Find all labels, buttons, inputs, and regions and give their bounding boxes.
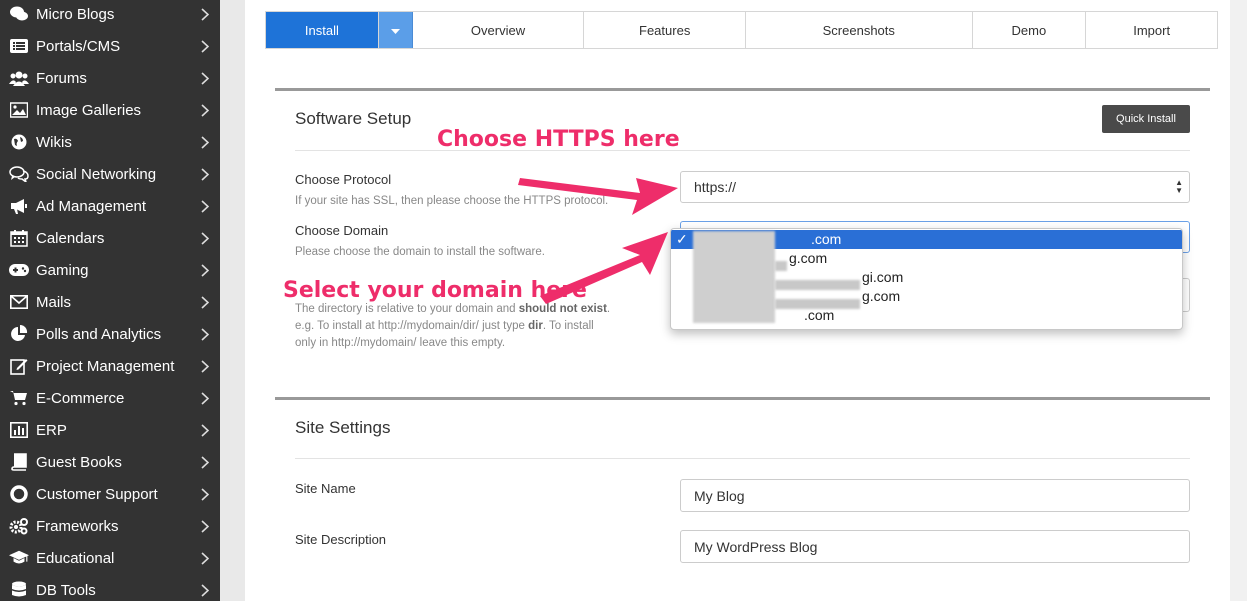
annotation-arrows [518,178,678,304]
annotation-select-domain: Select your domain here [283,278,587,303]
annotation-choose-https: Choose HTTPS here [437,127,680,152]
